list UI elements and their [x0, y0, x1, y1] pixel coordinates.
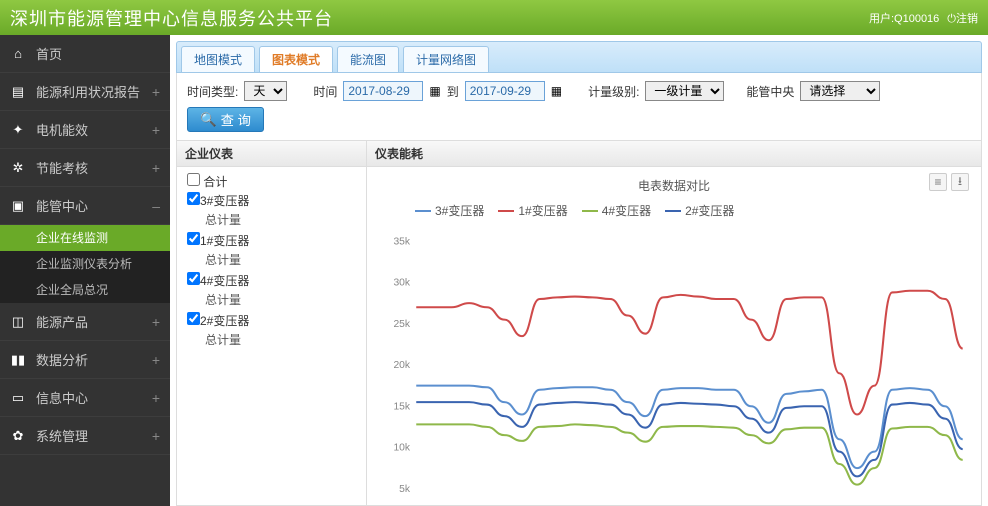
chart-menu-icon[interactable]: ≡ — [929, 173, 947, 191]
logout-icon: ⏻ — [947, 13, 956, 25]
sidebar-item-label: 系统管理 — [36, 426, 88, 445]
topbar-right: 用户:Q100016 ⏻注销 — [869, 10, 978, 26]
svg-text:5k: 5k — [399, 484, 411, 495]
chart-panel: 仪表能耗 电表数据对比 ≡ ⭳ 3#变压器 1#变压器 4#变压器 2#变压器 5k 1… — [367, 141, 981, 505]
date-to-input[interactable] — [465, 81, 545, 101]
cube-icon: ◫ — [10, 314, 26, 330]
sidebar-item-report[interactable]: ▤能源利用状况报告+ — [0, 73, 170, 111]
central-label: 能管中央 — [746, 83, 794, 100]
level-select[interactable]: 一级计量 — [645, 81, 724, 101]
svg-text:20k: 20k — [393, 360, 410, 371]
sidebar-item-label: 节能考核 — [36, 158, 88, 177]
sidebar-item-label: 信息中心 — [36, 388, 88, 407]
sidebar-item-label: 数据分析 — [36, 350, 88, 369]
sidebar-sub-online[interactable]: 企业在线监测 — [0, 225, 170, 251]
meter-tree-title: 企业仪表 — [177, 141, 366, 167]
date-to-cal-icon[interactable]: ▦ — [551, 84, 562, 98]
tab-flow[interactable]: 能流图 — [337, 46, 399, 72]
topbar: 深圳市能源管理中心信息服务公共平台 用户:Q100016 ⏻注销 — [0, 0, 988, 35]
file-icon: ▤ — [10, 84, 26, 100]
clip-icon: ▭ — [10, 390, 26, 406]
meter-sub: 总计量 — [187, 291, 356, 308]
bolt-icon: ✦ — [10, 122, 26, 138]
chart-title: 电表数据对比 — [375, 177, 973, 194]
date-to-label: 到 — [447, 83, 459, 100]
legend-item[interactable]: 3#变压器 — [415, 202, 484, 219]
cog-icon: ✿ — [10, 428, 26, 444]
sidebar-item-info[interactable]: ▭信息中心+ — [0, 379, 170, 417]
chart-download-icon[interactable]: ⭳ — [951, 173, 969, 191]
chart-toolbar: ≡ ⭳ — [929, 173, 969, 191]
sidebar-sub-overview[interactable]: 企业全局总况 — [0, 277, 170, 303]
meter-checkbox-1[interactable]: 1#变压器 — [187, 232, 356, 249]
sidebar-item-nengguan[interactable]: ▣能管中心– — [0, 187, 170, 225]
sidebar-item-label: 能源产品 — [36, 312, 88, 331]
sidebar: ⌂首页 ▤能源利用状况报告+ ✦电机能效+ ✲节能考核+ ▣能管中心– 企业在线… — [0, 35, 170, 506]
meter-sub: 总计量 — [187, 251, 356, 268]
meter-tree-panel: 企业仪表 合计 3#变压器 总计量 1#变压器 总计量 4#变压器 总计量 2#… — [177, 141, 367, 505]
search-icon: 🔍 — [200, 112, 217, 128]
legend-item[interactable]: 1#变压器 — [498, 202, 567, 219]
logout-link[interactable]: ⏻注销 — [947, 10, 978, 26]
sidebar-item-sys[interactable]: ✿系统管理+ — [0, 417, 170, 455]
svg-text:10k: 10k — [393, 443, 410, 454]
sidebar-item-label: 电机能效 — [36, 120, 88, 139]
tab-chart[interactable]: 图表模式 — [259, 46, 333, 72]
sidebar-item-motor[interactable]: ✦电机能效+ — [0, 111, 170, 149]
time-type-label: 时间类型: — [187, 83, 238, 100]
level-label: 计量级别: — [588, 83, 639, 100]
meter-checkbox-2[interactable]: 2#变压器 — [187, 312, 356, 329]
sidebar-item-home[interactable]: ⌂ 首页 — [0, 35, 170, 73]
date-from-cal-icon[interactable]: ▦ — [429, 84, 440, 98]
chart-panel-title: 仪表能耗 — [367, 141, 981, 167]
meter-sub: 总计量 — [187, 211, 356, 228]
tab-map[interactable]: 地图模式 — [181, 46, 255, 72]
query-button[interactable]: 🔍查 询 — [187, 107, 264, 132]
svg-text:30k: 30k — [393, 278, 410, 289]
meter-checkbox-4[interactable]: 4#变压器 — [187, 272, 356, 289]
user-label: 用户:Q100016 — [869, 10, 939, 26]
svg-text:15k: 15k — [393, 401, 410, 412]
legend-item[interactable]: 2#变压器 — [665, 202, 734, 219]
content: 地图模式 图表模式 能流图 计量网络图 时间类型: 天 时间 ▦ 到 ▦ 计量级… — [170, 35, 988, 506]
time-label: 时间 — [313, 83, 337, 100]
sidebar-item-saving[interactable]: ✲节能考核+ — [0, 149, 170, 187]
legend-item[interactable]: 4#变压器 — [582, 202, 651, 219]
mode-tabs: 地图模式 图表模式 能流图 计量网络图 — [176, 41, 982, 73]
sidebar-item-data[interactable]: ▮▮数据分析+ — [0, 341, 170, 379]
line-chart: 5k 10k 15k 20k 25k 30k 35k — [375, 225, 973, 505]
sidebar-item-label: 首页 — [36, 44, 62, 63]
sidebar-item-label: 能源利用状况报告 — [36, 82, 140, 101]
svg-text:25k: 25k — [393, 319, 410, 330]
sidebar-submenu: 企业在线监测 企业监测仪表分析 企业全局总况 — [0, 225, 170, 303]
central-select[interactable]: 请选择 — [800, 81, 880, 101]
gear-icon: ✲ — [10, 160, 26, 176]
chart-legend: 3#变压器 1#变压器 4#变压器 2#变压器 — [375, 196, 973, 225]
svg-text:35k: 35k — [393, 236, 410, 247]
monitor-icon: ▣ — [10, 198, 26, 214]
merge-checkbox[interactable]: 合计 — [187, 173, 356, 190]
sidebar-item-label: 能管中心 — [36, 196, 88, 215]
sidebar-sub-meter[interactable]: 企业监测仪表分析 — [0, 251, 170, 277]
meter-sub: 总计量 — [187, 331, 356, 348]
time-type-select[interactable]: 天 — [244, 81, 287, 101]
date-from-input[interactable] — [343, 81, 423, 101]
meter-checkbox-3[interactable]: 3#变压器 — [187, 192, 356, 209]
app-title: 深圳市能源管理中心信息服务公共平台 — [10, 5, 333, 31]
home-icon: ⌂ — [10, 46, 26, 61]
bars-icon: ▮▮ — [10, 352, 26, 368]
sidebar-item-products[interactable]: ◫能源产品+ — [0, 303, 170, 341]
tab-network[interactable]: 计量网络图 — [403, 46, 489, 72]
filter-bar: 时间类型: 天 时间 ▦ 到 ▦ 计量级别: 一级计量 能管中央 请选择 🔍查 … — [176, 73, 982, 141]
